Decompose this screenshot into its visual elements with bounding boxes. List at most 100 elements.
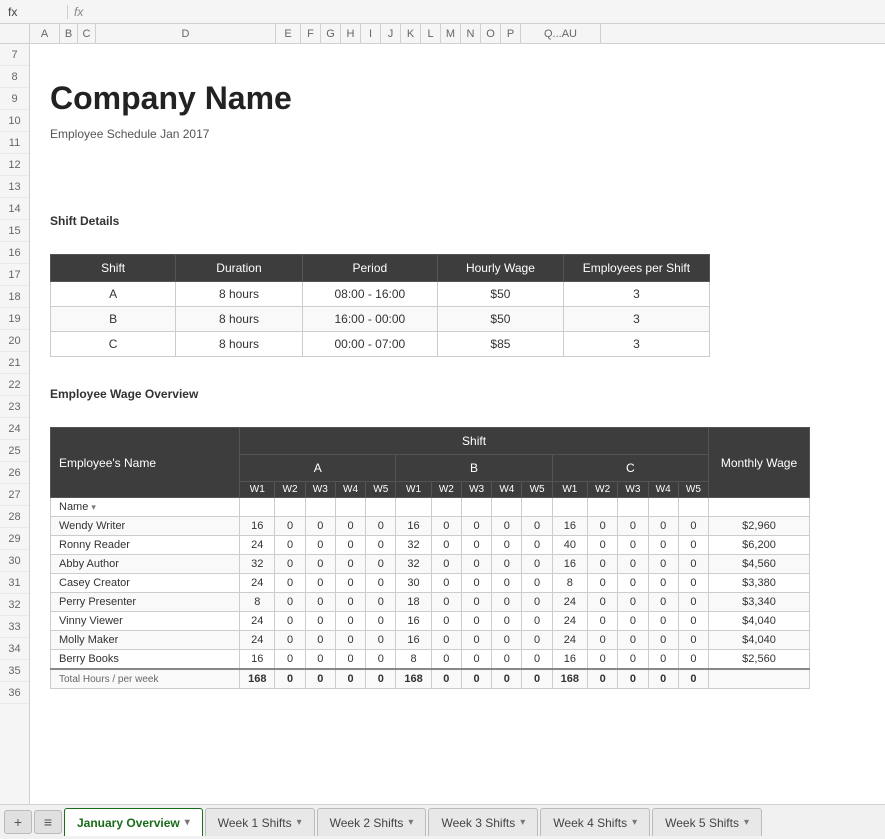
empty-row-11 — [50, 166, 865, 188]
tab-week2-shifts[interactable]: Week 2 Shifts ▾ — [317, 808, 427, 836]
row-9: 9 — [0, 88, 29, 110]
tab-week2-shifts-arrow: ▾ — [408, 817, 413, 828]
company-subtitle: Employee Schedule Jan 2017 — [50, 127, 209, 141]
tab-january-overview-label: January Overview — [77, 816, 180, 830]
row-35: 35 — [0, 660, 29, 682]
c-w4-header: W4 — [648, 482, 678, 498]
col-c: C — [78, 24, 96, 43]
shift-b-period: 16:00 - 00:00 — [302, 307, 437, 332]
tab-bar: + ≡ January Overview ▾ Week 1 Shifts ▾ W… — [0, 804, 885, 839]
shift-details-title: Shift Details — [50, 214, 119, 228]
row-31: 31 — [0, 572, 29, 594]
row-29: 29 — [0, 528, 29, 550]
shift-c-employees: 3 — [563, 332, 709, 357]
ronny-monthly: $6,200 — [709, 536, 810, 555]
col-a: A — [30, 24, 60, 43]
tab-week5-shifts[interactable]: Week 5 Shifts ▾ — [652, 808, 762, 836]
row-20: 20 — [0, 330, 29, 352]
shift-b-duration: 8 hours — [176, 307, 302, 332]
name-filter-cell[interactable]: Name ▾ — [51, 498, 240, 517]
name-filter-label: Name ▾ — [59, 501, 96, 513]
cell-area[interactable]: Company Name Employee Schedule Jan 2017 … — [30, 44, 885, 804]
employee-wage-table-container: Employee's Name Shift Monthly Wage A B C — [50, 427, 865, 689]
empty-row-12 — [50, 188, 865, 210]
row-22: 22 — [0, 374, 29, 396]
col-o: O — [481, 24, 501, 43]
tab-week5-shifts-arrow: ▾ — [744, 817, 749, 828]
tab-week3-shifts-label: Week 3 Shifts — [441, 816, 515, 830]
tab-week1-shifts-arrow: ▾ — [297, 817, 302, 828]
employee-wage-table: Employee's Name Shift Monthly Wage A B C — [50, 427, 810, 689]
b-w1-header: W1 — [396, 482, 431, 498]
wendy-b-w1: 16 — [396, 517, 431, 536]
col-d: D — [96, 24, 276, 43]
tab-week3-shifts-arrow: ▾ — [520, 817, 525, 828]
shift-b-employees: 3 — [563, 307, 709, 332]
col-rest: Q...AU — [521, 24, 601, 43]
tab-week4-shifts[interactable]: Week 4 Shifts ▾ — [540, 808, 650, 836]
shift-a-subheader: A — [240, 455, 396, 482]
shift-c-wage: $85 — [437, 332, 563, 357]
row-36: 36 — [0, 682, 29, 704]
employee-name-abby: Abby Author — [51, 555, 240, 574]
tab-january-overview-arrow: ▾ — [185, 817, 190, 828]
a-w3-header: W3 — [305, 482, 335, 498]
row-21: 21 — [0, 352, 29, 374]
shift-row-c: C 8 hours 00:00 - 07:00 $85 3 — [51, 332, 710, 357]
row-34: 34 — [0, 638, 29, 660]
column-headers: A B C D E F G H I J K L M N O P Q...AU — [30, 24, 885, 43]
molly-monthly: $4,040 — [709, 631, 810, 650]
employee-name-ronny: Ronny Reader — [51, 536, 240, 555]
col-f: F — [301, 24, 321, 43]
fx-label: fx — [74, 5, 83, 19]
shift-a-label: A — [51, 282, 176, 307]
employee-name-casey: Casey Creator — [51, 574, 240, 593]
row-13: 13 — [0, 176, 29, 198]
wage-overview-title: Employee Wage Overview — [50, 387, 198, 401]
b-w5-header: W5 — [522, 482, 552, 498]
b-w4-header: W4 — [492, 482, 522, 498]
row-17: 17 — [0, 264, 29, 286]
row-19: 19 — [0, 308, 29, 330]
cell-reference: fx — [8, 5, 68, 19]
col-l: L — [421, 24, 441, 43]
employee-row-wendy: Wendy Writer 160000 160000 160000 $2,960 — [51, 517, 810, 536]
tab-january-overview[interactable]: January Overview ▾ — [64, 808, 203, 836]
row-18: 18 — [0, 286, 29, 308]
empty-row-14 — [50, 232, 865, 254]
name-filter-row: Name ▾ — [51, 498, 810, 517]
company-subtitle-row: Employee Schedule Jan 2017 — [50, 122, 865, 144]
company-name: Company Name — [50, 80, 292, 117]
berry-monthly: $2,560 — [709, 650, 810, 670]
employee-name-perry: Perry Presenter — [51, 593, 240, 612]
employee-row-berry: Berry Books 160000 80000 160000 $2,560 — [51, 650, 810, 670]
a-w5-header: W5 — [366, 482, 396, 498]
add-sheet-button[interactable]: + — [4, 810, 32, 834]
shift-a-employees: 3 — [563, 282, 709, 307]
hourly-wage-col-header: Hourly Wage — [437, 255, 563, 282]
col-b: B — [60, 24, 78, 43]
col-n: N — [461, 24, 481, 43]
sheet-menu-button[interactable]: ≡ — [34, 810, 62, 834]
col-e: E — [276, 24, 301, 43]
casey-monthly: $3,380 — [709, 574, 810, 593]
employee-name-vinny: Vinny Viewer — [51, 612, 240, 631]
wendy-monthly: $2,960 — [709, 517, 810, 536]
col-i: I — [361, 24, 381, 43]
c-w2-header: W2 — [588, 482, 618, 498]
total-c-w1: 168 — [552, 669, 587, 689]
employee-row-vinny: Vinny Viewer 240000 160000 240000 $4,040 — [51, 612, 810, 631]
tab-week3-shifts[interactable]: Week 3 Shifts ▾ — [428, 808, 538, 836]
wendy-a-w1: 16 — [240, 517, 275, 536]
row-7: 7 — [0, 44, 29, 66]
c-w1-header: W1 — [552, 482, 587, 498]
row-10: 10 — [0, 110, 29, 132]
tab-week1-shifts[interactable]: Week 1 Shifts ▾ — [205, 808, 315, 836]
row-33: 33 — [0, 616, 29, 638]
total-row: Total Hours / per week 168 0 0 0 0 168 0… — [51, 669, 810, 689]
employee-name-wendy: Wendy Writer — [51, 517, 240, 536]
shift-a-wage: $50 — [437, 282, 563, 307]
total-a-w1: 168 — [240, 669, 275, 689]
row-23: 23 — [0, 396, 29, 418]
row-8: 8 — [0, 66, 29, 88]
